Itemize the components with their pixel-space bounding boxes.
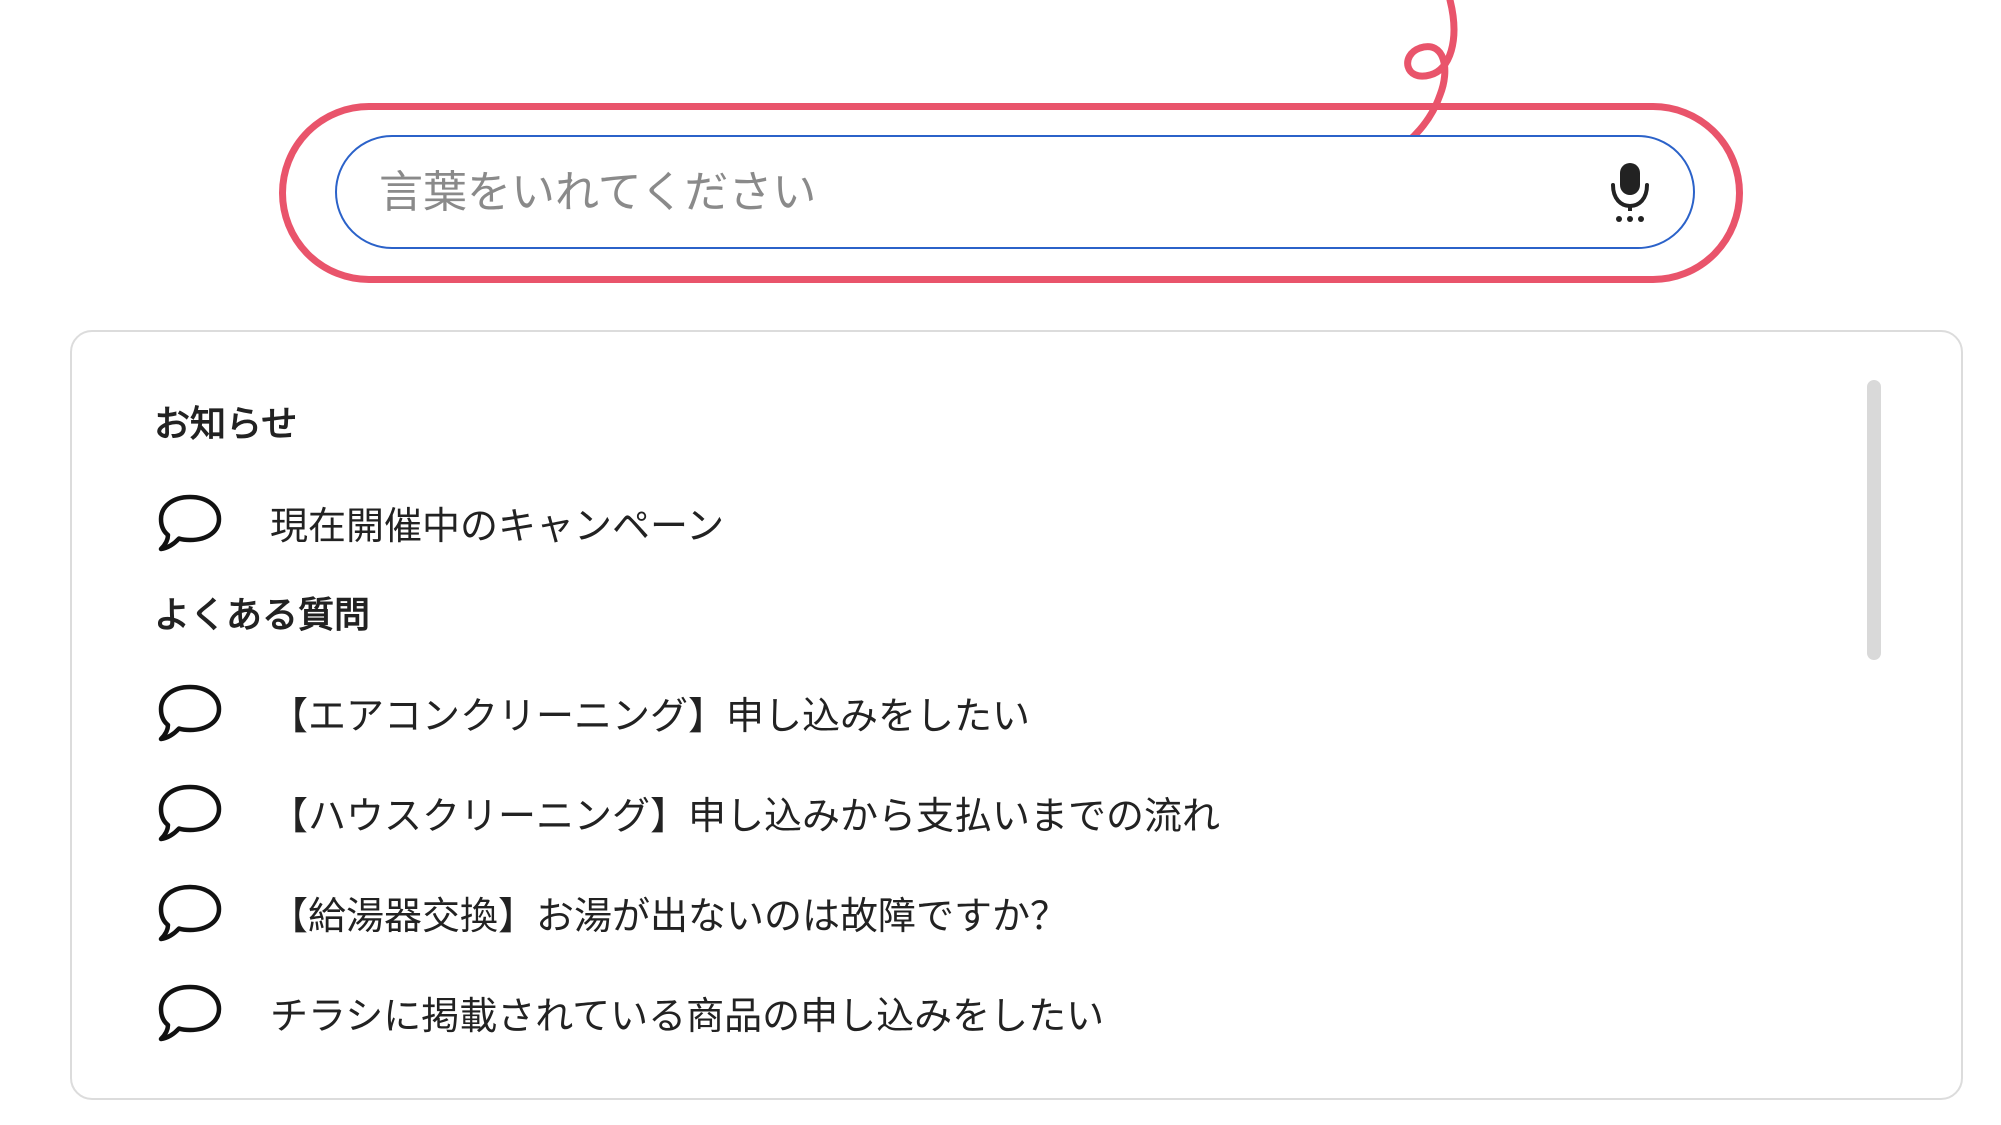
page: お知らせ 現在開催中のキャンペーン よくある質問 【エアコンクリーニング】申し込… [0, 0, 2001, 1125]
suggestion-item[interactable]: チラシに掲載されている商品の申し込みをしたい [156, 977, 1104, 1047]
scrollbar[interactable] [1867, 380, 1881, 660]
suggestion-label: 【給湯器交換】お湯が出ないのは故障ですか？ [270, 893, 1069, 938]
search-input[interactable] [377, 165, 1595, 219]
suggestions-panel: お知らせ 現在開催中のキャンペーン よくある質問 【エアコンクリーニング】申し込… [70, 330, 1963, 1100]
suggestion-item[interactable]: 【ハウスクリーニング】申し込みから支払いまでの流れ [156, 777, 1220, 847]
suggestion-item[interactable]: 【給湯器交換】お湯が出ないのは故障ですか？ [156, 877, 1068, 947]
section-heading-news: お知らせ [154, 404, 298, 445]
microphone-icon [1611, 163, 1649, 222]
speech-bubble-icon [158, 984, 222, 1042]
suggestion-label: 【エアコンクリーニング】申し込みをしたい [270, 693, 1031, 738]
scrollbar-thumb[interactable] [1867, 380, 1881, 660]
speech-bubble-icon [158, 784, 222, 842]
suggestion-item[interactable]: 【エアコンクリーニング】申し込みをしたい [156, 677, 1030, 747]
suggestion-label: 【ハウスクリーニング】申し込みから支払いまでの流れ [270, 793, 1221, 838]
section-heading-faq: よくある質問 [154, 595, 371, 636]
suggestion-label: 現在開催中のキャンペーン [270, 503, 725, 548]
mic-button[interactable] [1595, 157, 1665, 227]
speech-bubble-icon [158, 884, 222, 942]
suggestion-label: チラシに掲載されている商品の申し込みをしたい [270, 993, 1105, 1038]
speech-bubble-icon [158, 684, 222, 742]
speech-bubble-icon [158, 494, 222, 552]
suggestion-item[interactable]: 現在開催中のキャンペーン [156, 487, 724, 557]
search-bar[interactable] [335, 135, 1695, 249]
